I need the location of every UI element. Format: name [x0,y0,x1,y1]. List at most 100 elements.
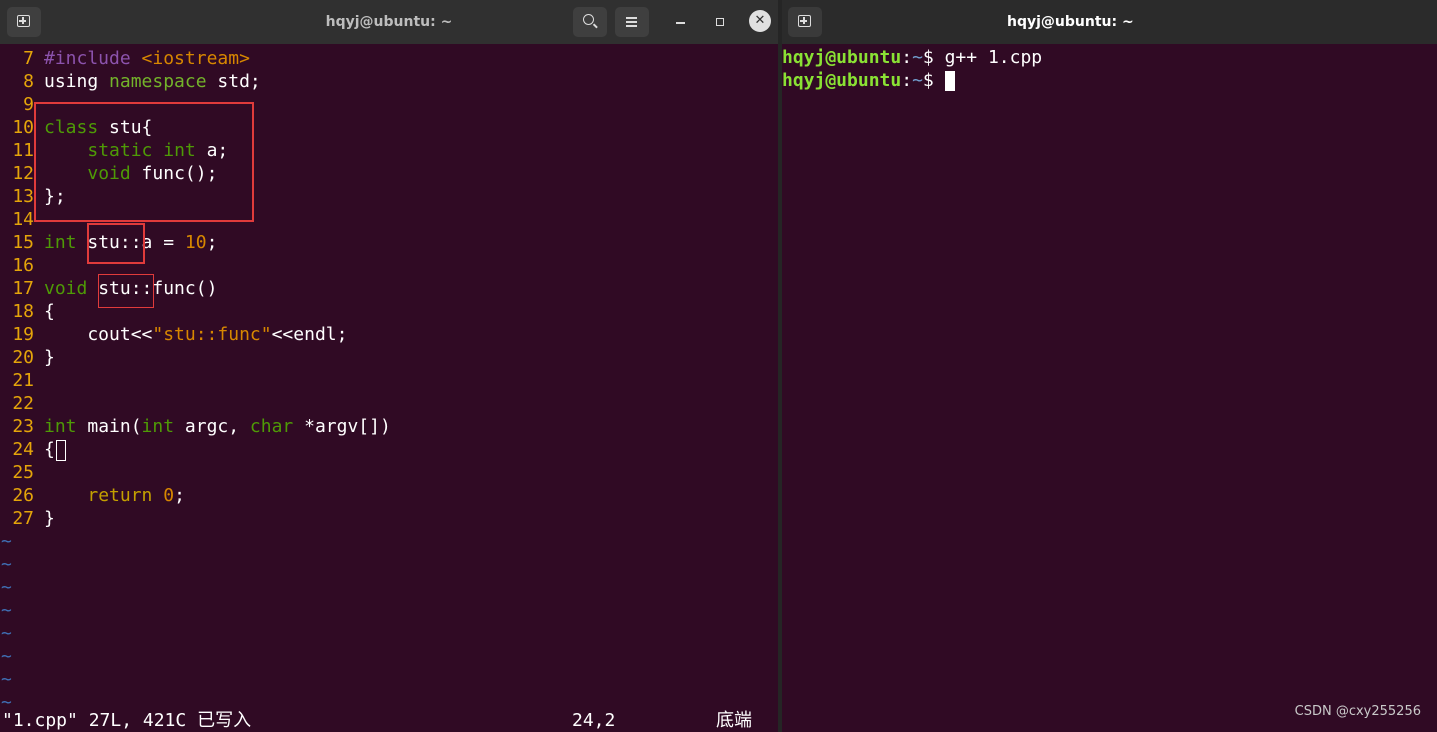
status-scroll-position: 底端 [716,710,752,731]
prompt-separator: : [901,70,913,91]
line-number: 12 [12,163,34,184]
highlight-box-scope-operator-func [98,274,154,308]
code-text: { [44,300,55,323]
line-number: 9 [23,94,34,115]
empty-line-tilde: ~ [1,646,12,667]
empty-line-tilde: ~ [1,600,12,621]
search-icon [583,14,594,25]
vim-terminal-window: hqyj@ubuntu: ~ ✕ 7 #include <iostream> 8 us… [0,0,778,732]
code-token: <<endl; [271,324,348,345]
empty-line-tilde: ~ [1,623,12,644]
code-token: ; [206,232,218,253]
terminal-line: hqyj@ubuntu:~$ g++ 1.cpp [782,46,1042,69]
line-number: 24 [12,439,34,460]
line-number: 20 [12,347,34,368]
code-text: int main(int argc, char *argv[]) [44,415,391,438]
close-button[interactable]: ✕ [749,10,773,34]
line-number: 7 [23,48,34,69]
code-text: #include <iostream> [44,47,250,70]
prompt-dollar: $ [922,70,945,91]
menu-button[interactable] [615,7,649,37]
code-token: namespace [109,71,207,92]
code-token: } [44,347,55,368]
shell-terminal-window: hqyj@ubuntu: ~ hqyj@ubuntu:~$ g++ 1.cpp … [782,0,1437,732]
code-token: *argv[]) [293,416,391,437]
prompt-dollar: $ [922,47,945,68]
line-number: 23 [12,416,34,437]
code-token: int [44,232,77,253]
terminal-line: hqyj@ubuntu:~$ [782,69,1042,92]
code-token: <iostream> [141,48,250,69]
line-number: 17 [12,278,34,299]
code-token: 0 [163,485,175,506]
code-text: cout<<"stu::func"<<endl; [44,323,347,346]
line-number: 18 [12,301,34,322]
prompt-separator: : [901,47,913,68]
maximize-button[interactable] [708,10,732,34]
code-text: using namespace std; [44,70,261,93]
hamburger-menu-icon [626,17,637,19]
code-line: 27} [0,507,778,530]
code-token: main( [76,416,142,437]
line-number: 22 [12,393,34,414]
line-number: 25 [12,462,34,483]
line-number: 19 [12,324,34,345]
prompt-user-host: hqyj@ubuntu [782,47,902,68]
code-token: return [87,485,153,506]
status-file-info: "1.cpp" 27L, 421C 已写入 [2,710,252,731]
code-line: 8 using namespace std; [0,70,778,93]
line-number: 16 [12,255,34,276]
code-token: char [249,416,294,437]
close-icon: ✕ [754,13,766,28]
watermark: CSDN @cxy255256 [1294,704,1421,719]
line-number: 15 [12,232,34,253]
line-number: 8 [23,71,34,92]
terminal-output[interactable]: hqyj@ubuntu:~$ g++ 1.cpp hqyj@ubuntu:~$ [782,46,1042,92]
code-token: { [44,439,55,460]
empty-line-tilde: ~ [1,669,12,690]
line-number: 27 [12,508,34,529]
prompt-path: ~ [912,70,923,91]
code-token: int [44,416,77,437]
code-line: 24 { [0,438,778,461]
highlight-box-scope-operator [87,223,145,264]
code-token: { [44,301,55,322]
code-token: void [44,278,88,299]
line-number: 11 [12,140,34,161]
code-text: } [44,346,55,369]
line-number: 10 [12,117,34,138]
right-window-title: hqyj@ubuntu: ~ [1007,14,1134,30]
highlight-box-class-definition [34,102,254,222]
line-number: 14 [12,209,34,230]
code-token: } [44,508,55,529]
code-text: return 0; [44,484,185,507]
line-number: 26 [12,485,34,506]
empty-line-tilde: ~ [1,531,12,552]
code-token: 10 [184,232,207,253]
empty-line-tilde: ~ [1,554,12,575]
code-token: "stu::func" [152,324,272,345]
code-token: using [44,71,110,92]
left-window-title: hqyj@ubuntu: ~ [325,14,453,30]
prompt-path: ~ [912,47,923,68]
code-token: std; [206,71,261,92]
code-text: { [44,438,66,461]
code-token: int [141,416,175,437]
code-line: 20} [0,346,778,369]
empty-line-tilde: ~ [1,577,12,598]
line-number: 21 [12,370,34,391]
vim-cursor [55,439,66,461]
search-button[interactable] [573,7,607,37]
code-line: 26 return 0; [0,484,778,507]
status-cursor-position: 24,2 [572,710,616,731]
line-number: 13 [12,186,34,207]
prompt-user-host: hqyj@ubuntu [782,70,902,91]
minimize-button[interactable] [668,10,692,34]
code-line: 7 #include <iostream> [0,47,778,70]
code-token: #include [44,48,142,69]
code-line: 23 int main(int argc, char *argv[]) [0,415,778,438]
code-token: ; [174,485,185,506]
code-line: 25 [0,461,778,484]
code-text: } [44,507,55,530]
